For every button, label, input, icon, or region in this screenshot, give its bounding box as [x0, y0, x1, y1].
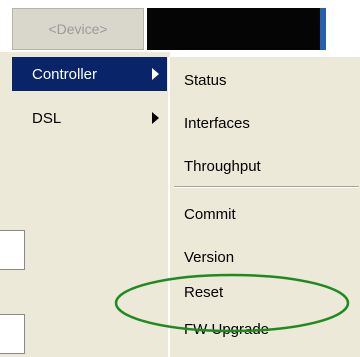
menu-item-controller[interactable]: Controller: [12, 57, 167, 91]
submenu-item-fw-upgrade[interactable]: FW Upgrade: [184, 314, 269, 344]
menu-item-dsl[interactable]: DSL: [12, 101, 167, 135]
header-bar: [147, 8, 320, 50]
device-button-label: <Device>: [48, 21, 108, 37]
device-button[interactable]: <Device>: [12, 8, 144, 50]
submenu-item-label: Throughput: [184, 157, 261, 175]
menu-item-label: DSL: [32, 109, 62, 127]
submenu-item-status[interactable]: Status: [184, 65, 227, 95]
submenu-item-label: Interfaces: [184, 114, 250, 132]
submenu-item-reset[interactable]: Reset: [184, 277, 223, 307]
submenu-item-version[interactable]: Version: [184, 242, 234, 272]
controller-submenu: Status Interfaces Throughput Commit Vers…: [168, 57, 360, 357]
menu-separator: [174, 186, 359, 188]
text-field[interactable]: [0, 230, 25, 270]
submenu-item-label: Version: [184, 248, 235, 266]
window-edge: [320, 8, 326, 50]
submenu-item-commit[interactable]: Commit: [184, 199, 236, 229]
submenu-item-throughput[interactable]: Throughput: [184, 151, 261, 181]
menu-item-label: Controller: [32, 65, 98, 83]
text-field[interactable]: [0, 314, 25, 354]
main-menu: Controller DSL: [12, 57, 167, 141]
submenu-item-label: Commit: [184, 205, 236, 223]
submenu-item-label: Status: [184, 71, 227, 89]
chevron-right-icon: [152, 68, 159, 80]
chevron-right-icon: [152, 112, 159, 124]
submenu-item-label: Reset: [184, 283, 224, 301]
submenu-item-label: FW Upgrade: [184, 320, 270, 338]
submenu-item-interfaces[interactable]: Interfaces: [184, 108, 250, 138]
